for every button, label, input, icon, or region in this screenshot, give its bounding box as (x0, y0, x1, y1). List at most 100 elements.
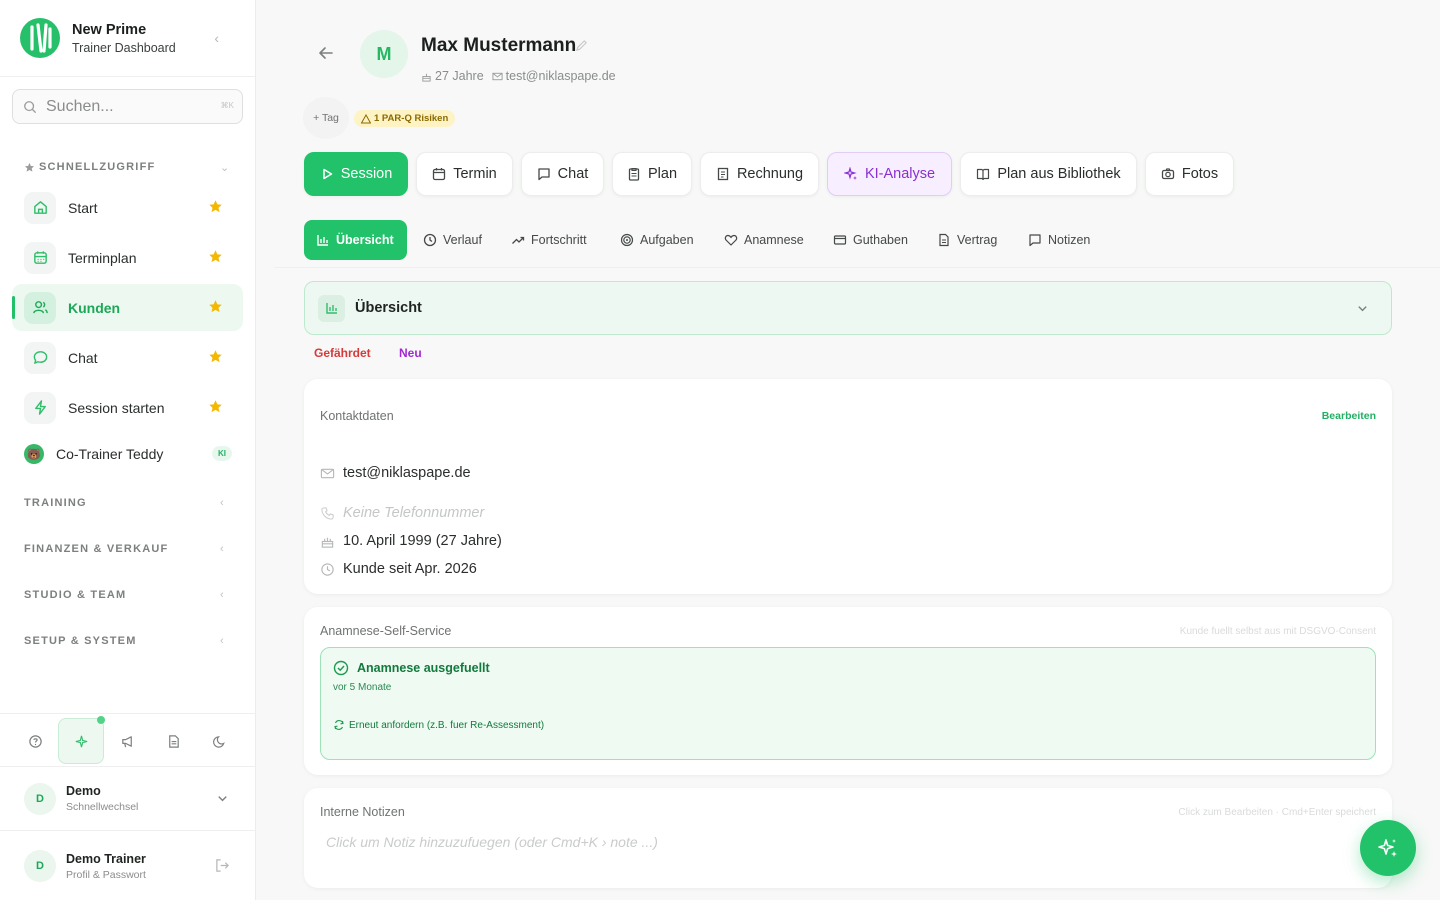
termin-button[interactable]: Termin (416, 152, 513, 196)
plan-aus-bibliothek-button[interactable]: Plan aus Bibliothek (960, 152, 1137, 196)
sidebar-toolbar (0, 713, 256, 767)
calendar-icon (433, 168, 446, 181)
credit-card-icon (833, 235, 847, 245)
workspace-sub: Schnellwechsel (66, 801, 139, 813)
risk-badge-label: 1 PAR-Q Risiken (374, 113, 449, 124)
star-icon[interactable] (208, 299, 223, 314)
overview-section-header[interactable]: Übersicht (304, 281, 1392, 335)
chevron-left-icon: ‹ (220, 497, 225, 509)
anamnesis-status: Anamnese ausgefuellt (357, 661, 490, 675)
megaphone-icon (121, 735, 132, 747)
workspace-switcher[interactable]: D Demo Schnellwechsel (0, 767, 256, 831)
client-name: Max Mustermann (421, 35, 577, 56)
anamnesis-card: Anamnese-Self-Service Kunde fuellt selbs… (304, 607, 1392, 775)
button-label: KI-Analyse (864, 166, 936, 182)
tab-label: Übersicht (336, 233, 394, 247)
ai-assistant-fab[interactable] (1360, 820, 1416, 876)
section-quick-access[interactable]: SCHNELLZUGRIFF ⌄ (24, 161, 229, 174)
notes-hint: Click zum Bearbeiten · Cmd+Enter speiche… (1178, 807, 1376, 818)
logout-icon (216, 859, 229, 872)
theme-toggle-button[interactable] (196, 718, 242, 764)
plan-button[interactable]: Plan (612, 152, 692, 196)
button-label: Fotos (1181, 166, 1219, 182)
sidebar-item-terminplan[interactable]: Terminplan (12, 234, 243, 281)
anamnesis-status-box: Anamnese ausgefuellt vor 5 Monate Erneut… (320, 647, 1376, 760)
pencil-icon[interactable] (575, 39, 588, 52)
star-small-icon (24, 162, 35, 172)
section-setup-system[interactable]: SETUP & SYSTEM ‹ (24, 635, 224, 647)
request-again-link[interactable]: Erneut anfordern (z.B. fuer Re-Assessmen… (333, 719, 544, 731)
contact-phone-row: Keine Telefonnummer (320, 505, 484, 521)
star-icon[interactable] (208, 399, 223, 414)
search-icon (24, 100, 36, 113)
session-button[interactable]: Session (304, 152, 408, 196)
announcements-button[interactable] (104, 718, 150, 764)
contact-card: Kontaktdaten Bearbeiten test@niklaspape.… (304, 379, 1392, 594)
trending-up-icon (512, 236, 525, 244)
tab-fortschritt[interactable]: Fortschritt (511, 220, 587, 260)
user-sub: Profil & Passwort (66, 868, 146, 881)
tab-label: Aufgaben (640, 233, 694, 247)
star-icon[interactable] (208, 349, 223, 364)
notes-placeholder[interactable]: Click um Notiz hinzuzufuegen (oder Cmd+K… (326, 834, 658, 850)
sidebar-item-label: Kunden (68, 299, 121, 316)
tab-notizen[interactable]: Notizen (1028, 220, 1090, 260)
star-icon[interactable] (208, 249, 223, 264)
par-q-risk-badge[interactable]: 1 PAR-Q Risiken (354, 110, 456, 127)
back-arrow-icon[interactable] (317, 44, 335, 62)
section-finanzen[interactable]: FINANZEN & VERKAUF ‹ (24, 543, 224, 555)
sidebar-item-chat[interactable]: Chat (12, 334, 243, 381)
clock-icon (321, 562, 334, 576)
contact-email-row: test@niklaspape.de (320, 465, 471, 481)
workspace-name: Demo (66, 784, 101, 798)
edit-contact-link[interactable]: Bearbeiten (1322, 410, 1376, 422)
tab-verlauf[interactable]: Verlauf (423, 220, 482, 260)
rechnung-button[interactable]: Rechnung (700, 152, 819, 196)
internal-notes-card[interactable]: Interne Notizen Click zum Bearbeiten · C… (304, 788, 1392, 888)
help-button[interactable] (12, 718, 58, 764)
search-input[interactable]: Suchen... ⌘K (12, 89, 243, 124)
sidebar-item-co-trainer-teddy[interactable]: 🐻 Co-Trainer Teddy KI (24, 444, 234, 464)
sparkle-icon (75, 735, 87, 747)
status-tag-neu: Neu (399, 346, 422, 360)
collapse-sidebar-icon[interactable]: ‹ (214, 30, 219, 46)
tab-label: Fortschritt (531, 233, 587, 247)
brand-subtitle: Trainer Dashboard (72, 40, 176, 55)
sidebar-item-kunden[interactable]: Kunden (12, 284, 243, 331)
chat-button[interactable]: Chat (521, 152, 604, 196)
sidebar-item-session-starten[interactable]: Session starten (12, 384, 243, 431)
check-circle-icon (333, 660, 349, 676)
contact-since: Kunde seit Apr. 2026 (343, 561, 477, 577)
sidebar-item-label: Start (68, 199, 98, 216)
tab-label: Anamnese (744, 233, 804, 247)
add-tag-button[interactable]: + Tag (303, 97, 349, 139)
tab-label: Notizen (1048, 233, 1091, 247)
logout-button[interactable] (215, 858, 230, 878)
star-icon[interactable] (208, 199, 223, 214)
chevron-down-icon (1358, 306, 1367, 312)
button-label: Rechnung (736, 166, 804, 182)
ki-badge: KI (212, 446, 232, 461)
tab-label: Vertrag (957, 233, 998, 247)
user-profile[interactable]: D Demo Trainer Profil & Passwort (0, 834, 256, 898)
contact-birthday-row: 10. April 1999 (27 Jahre) (320, 533, 502, 549)
main-content: M Max Mustermann 27 Jahre test@niklaspap… (257, 0, 1440, 900)
ai-assistant-button[interactable] (58, 716, 105, 764)
section-studio-team[interactable]: STUDIO & TEAM ‹ (24, 589, 224, 601)
tab-anamnese[interactable]: Anamnese (724, 220, 804, 260)
documents-button[interactable] (150, 718, 196, 764)
tab-vertrag[interactable]: Vertrag (937, 220, 997, 260)
clock-icon (423, 233, 437, 247)
sidebar-item-start[interactable]: Start (12, 184, 243, 231)
section-training[interactable]: TRAINING ‹ (24, 497, 224, 509)
chat-bubble-icon (538, 168, 550, 181)
tab-aufgaben[interactable]: Aufgaben (620, 220, 694, 260)
ki-analyse-button[interactable]: KI-Analyse (827, 152, 952, 196)
clipboard-icon (628, 167, 640, 181)
chevron-left-icon: ‹ (220, 635, 225, 647)
fotos-button[interactable]: Fotos (1145, 152, 1234, 196)
tab-uebersicht[interactable]: Übersicht (304, 220, 407, 260)
tab-guthaben[interactable]: Guthaben (833, 220, 908, 260)
teddy-bear-icon: 🐻 (24, 444, 44, 464)
sidebar: New Prime Trainer Dashboard ‹ Suchen... … (0, 0, 256, 900)
